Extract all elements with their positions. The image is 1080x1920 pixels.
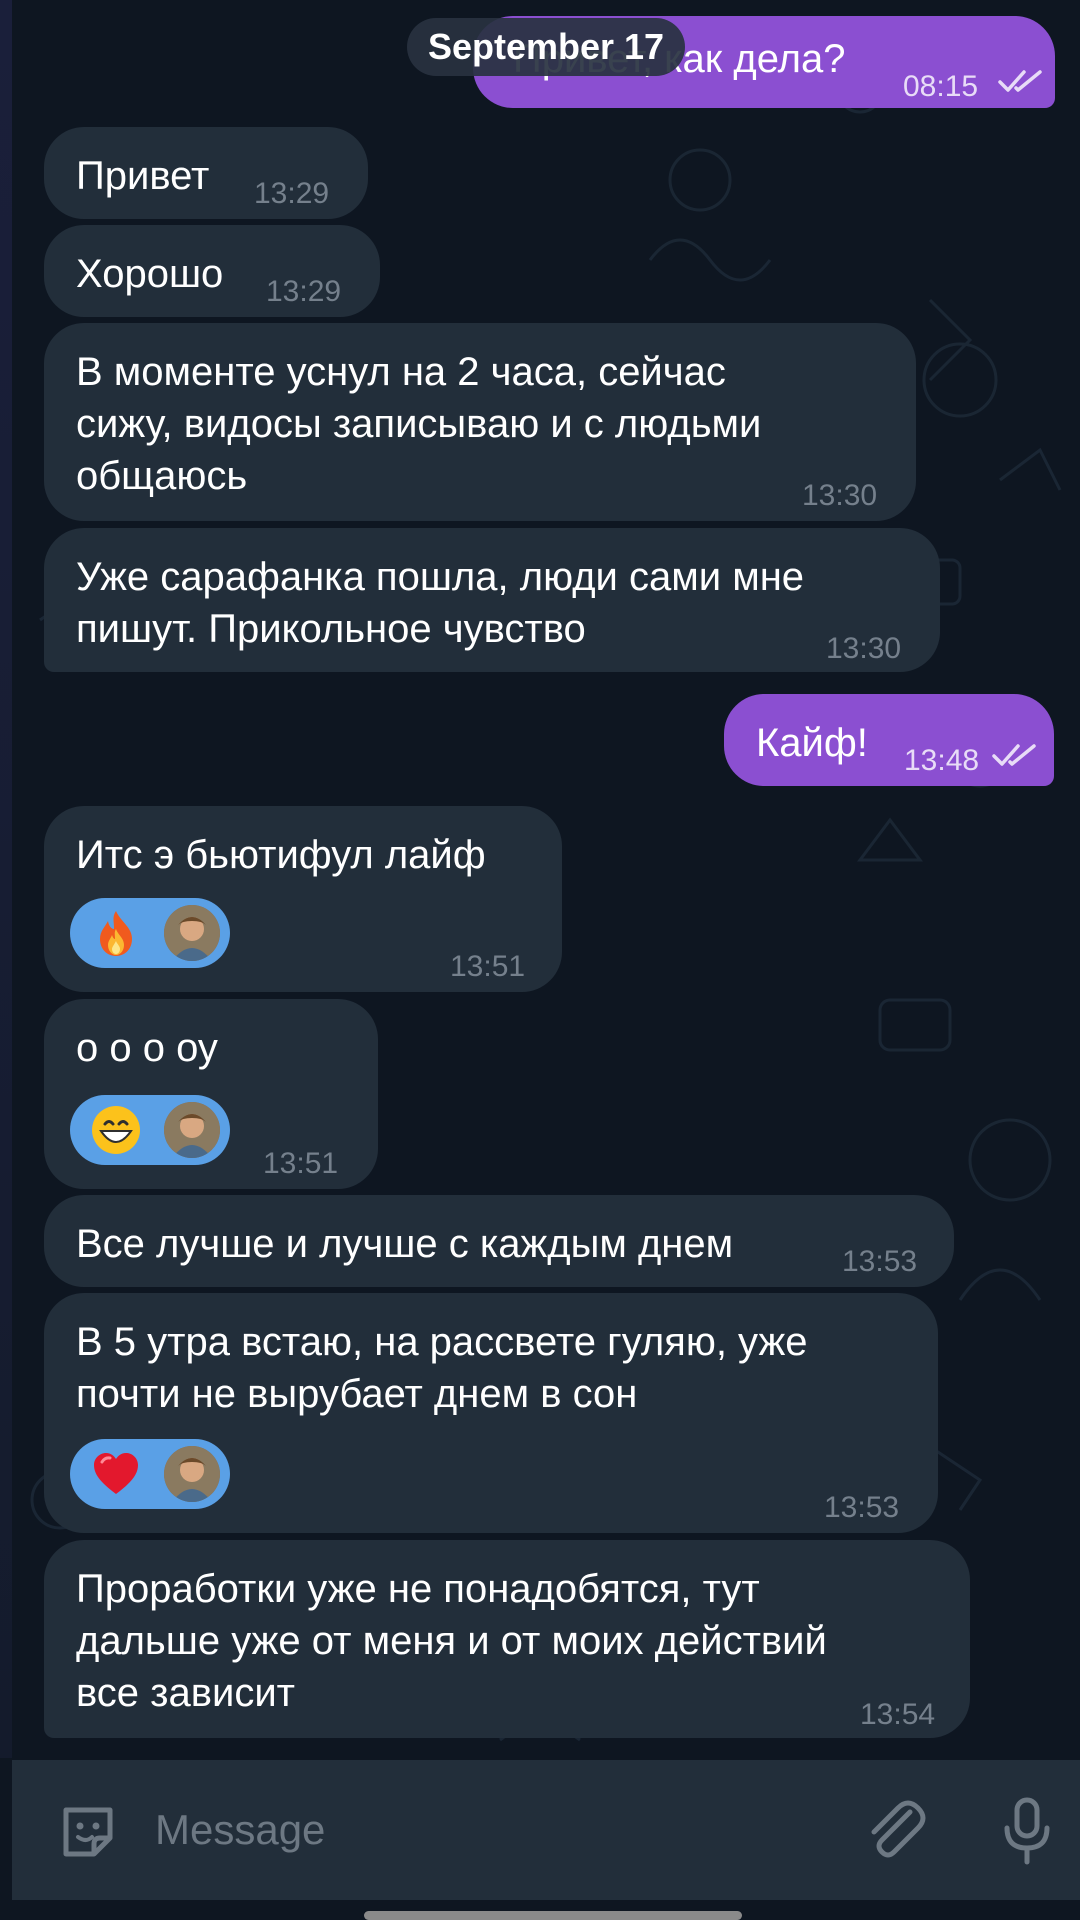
message-text: Все лучше и лучше с каждым днем [76, 1222, 734, 1266]
incoming-message[interactable]: о о о оу 13:51 [44, 999, 378, 1189]
message-text-line: Проработки уже не понадобятся, тут [76, 1567, 760, 1611]
message-text: Итс э бьютифул лайф [76, 833, 486, 877]
message-text: Кайф! [756, 721, 868, 765]
incoming-message[interactable]: Привет 13:29 [44, 127, 368, 219]
incoming-message[interactable]: Хорошо 13:29 [44, 225, 380, 317]
message-text-line: сижу, видосы записываю и с людьми [76, 402, 762, 446]
message-text-line: Уже сарафанка пошла, люди сами мне [76, 555, 805, 599]
message-text: Привет [76, 154, 210, 198]
date-separator: September 17 [407, 18, 685, 76]
avatar [164, 1102, 220, 1158]
outgoing-message[interactable]: Кайф! 13:48 [724, 694, 1054, 786]
microphone-icon[interactable] [1002, 1796, 1052, 1868]
message-text-line: все зависит [76, 1671, 296, 1715]
message-time: 13:30 [802, 479, 878, 512]
message-text-line: В моменте уснул на 2 часа, сейчас [76, 350, 726, 394]
message-time: 13:51 [263, 1147, 339, 1180]
message-time: 13:48 [904, 744, 980, 777]
incoming-message[interactable]: В 5 утра встаю, на рассвете гуляю, уже п… [44, 1293, 938, 1533]
incoming-message[interactable]: В моменте уснул на 2 часа, сейчас сижу, … [44, 323, 916, 521]
message-time: 13:51 [450, 950, 526, 983]
message-text-line: дальше уже от меня и от моих действий [76, 1619, 827, 1663]
message-text: Хорошо [76, 252, 224, 296]
message-time: 13:53 [842, 1245, 918, 1278]
sticker-smile-icon[interactable] [56, 1800, 120, 1864]
incoming-message[interactable]: Уже сарафанка пошла, люди сами мне пишут… [44, 528, 940, 672]
double-check-icon [998, 70, 1042, 92]
message-time: 13:29 [254, 177, 330, 210]
grin-emoji [92, 1106, 140, 1154]
message-time: 13:29 [266, 275, 342, 308]
message-text-line: В 5 утра встаю, на рассвете гуляю, уже [76, 1320, 808, 1364]
message-text-line: пишут. Прикольное чувство [76, 607, 586, 651]
message-text: о о о оу [76, 1026, 218, 1070]
message-time: 13:30 [826, 632, 902, 665]
incoming-message[interactable]: Итс э бьютифул лайф 13:51 [44, 806, 562, 992]
avatar [164, 905, 220, 961]
fire-emoji [100, 911, 132, 956]
avatar [164, 1446, 220, 1502]
home-indicator [364, 1911, 742, 1920]
paperclip-icon[interactable] [864, 1798, 930, 1866]
heart-emoji [94, 1453, 138, 1494]
message-input[interactable]: Message [155, 1804, 325, 1856]
message-text-line: общаюсь [76, 454, 248, 498]
message-time: 13:54 [860, 1698, 936, 1731]
message-text-line: почти не вырубает днем в сон [76, 1372, 638, 1416]
message-time: 08:15 [903, 70, 979, 103]
message-composer: Message [12, 1760, 1080, 1900]
reaction-chip[interactable] [70, 898, 230, 968]
incoming-message[interactable]: Все лучше и лучше с каждым днем 13:53 [44, 1195, 954, 1287]
double-check-icon [992, 744, 1036, 766]
reaction-chip[interactable] [70, 1095, 230, 1165]
message-time: 13:53 [824, 1491, 900, 1524]
message-list[interactable]: Привет, как дела? 08:15 September 17 При… [0, 0, 1080, 1758]
incoming-message[interactable]: Проработки уже не понадобятся, тут дальш… [44, 1540, 970, 1738]
reaction-chip[interactable] [70, 1439, 230, 1509]
